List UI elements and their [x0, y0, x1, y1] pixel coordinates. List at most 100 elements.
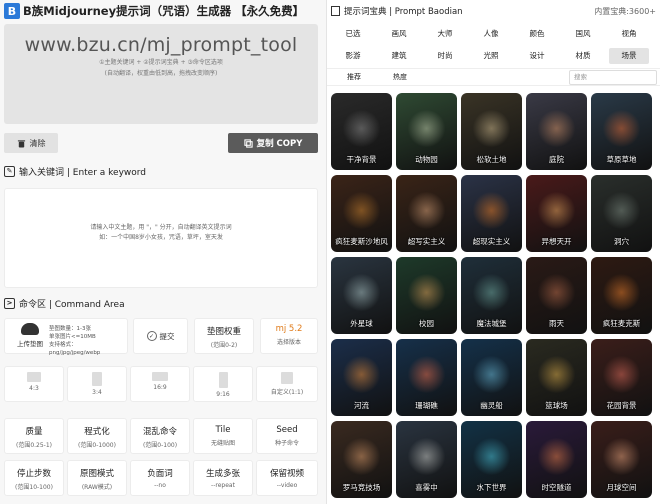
submit-button[interactable]: ✓ 提交 [146, 331, 175, 342]
copy-button[interactable]: 复制 COPY [228, 133, 318, 153]
scene-tile[interactable]: 干净背景 [331, 93, 392, 170]
scene-tile-label: 动物园 [415, 155, 438, 164]
tab-lighting[interactable]: 光照 [471, 48, 511, 64]
tab-selected[interactable]: 已选 [333, 26, 373, 42]
chaos-option[interactable]: 混乱命令 (范围0-100) [130, 418, 190, 454]
ratio-option[interactable]: 9:16 [193, 366, 253, 402]
scene-tile[interactable]: 月球空间 [591, 421, 652, 498]
seed-option[interactable]: Seed 种子命令 [256, 418, 318, 454]
scene-tile[interactable]: 花园背景 [591, 339, 652, 416]
ratio-option[interactable]: 4:3 [4, 366, 64, 402]
tile-image [601, 191, 641, 229]
negative-prompt-option[interactable]: 负面词 --no [130, 460, 190, 496]
scene-tile[interactable]: 超现实主义 [461, 175, 522, 252]
tab-film-game[interactable]: 影游 [333, 48, 373, 64]
tile-image [471, 273, 511, 311]
image-weight-option[interactable]: 垫图权重 (范围0-2) [194, 318, 254, 354]
option-sub: 种子命令 [274, 440, 299, 447]
scene-tile[interactable]: 罗马竞技场 [331, 421, 392, 498]
stop-option[interactable]: 停止步数 (范围10-100) [4, 460, 64, 496]
scene-tile-label: 喜雾中 [415, 483, 438, 492]
tab-material[interactable]: 材质 [563, 48, 603, 64]
prompt-hint-1: ①主题关键词 + ②提示词宝典 + ③命令区选项 [99, 59, 223, 66]
scene-tile-label: 校园 [419, 319, 434, 328]
quality-option[interactable]: 质量 (范围0.25-1) [4, 418, 64, 454]
tab-color[interactable]: 颜色 [517, 26, 557, 42]
scene-tile[interactable]: 水下世界 [461, 421, 522, 498]
scene-tile[interactable]: 篮球场 [526, 339, 587, 416]
tab-view-angle[interactable]: 视角 [609, 26, 649, 42]
version-sub: 选择版本 [276, 339, 301, 346]
image-weight-sub: (范围0-2) [210, 342, 238, 349]
prompt-output[interactable]: www.bzu.cn/mj_prompt_tool ①主题关键词 + ②提示词宝… [4, 24, 318, 124]
tab-master[interactable]: 大师 [425, 26, 465, 42]
scene-tile[interactable]: 超写实主义 [396, 175, 457, 252]
scene-tile[interactable]: 河流 [331, 339, 392, 416]
raw-mode-option[interactable]: 原图模式 (RAW模式) [67, 460, 127, 496]
scene-tile[interactable]: 外星球 [331, 257, 392, 334]
scene-tile[interactable]: 疯狂麦斯沙地风 [331, 175, 392, 252]
tab-design[interactable]: 设计 [517, 48, 557, 64]
repeat-option[interactable]: 生成多张 --repeat [193, 460, 253, 496]
option-sub: --video [276, 482, 298, 489]
tile-image [471, 355, 511, 393]
sort-popularity[interactable]: 热度 [393, 72, 407, 82]
scene-tile[interactable]: 校园 [396, 257, 457, 334]
ratio-option[interactable]: 16:9 [130, 366, 190, 402]
scene-tile[interactable]: 雨天 [526, 257, 587, 334]
option-sub: (范围0.25-1) [15, 442, 53, 449]
scene-tile-label: 罗马竞技场 [342, 483, 381, 492]
terminal-icon: > [4, 297, 15, 309]
option-title: 质量 [25, 427, 43, 437]
scene-tile-label: 月球空间 [606, 483, 637, 492]
option-title: 程式化 [84, 427, 110, 437]
scene-tile[interactable]: 异想天开 [526, 175, 587, 252]
app-header: B B族Midjourney提示词（咒语）生成器 【永久免费】 [0, 0, 326, 22]
upload-image-button[interactable]: 上传垫图 [13, 323, 47, 351]
tab-architecture[interactable]: 建筑 [379, 48, 419, 64]
scene-tile[interactable]: 洞穴 [591, 175, 652, 252]
tab-fashion[interactable]: 时尚 [425, 48, 465, 64]
scene-tile[interactable]: 松软土地 [461, 93, 522, 170]
scene-tile[interactable]: 草原草地 [591, 93, 652, 170]
tile-image [601, 273, 641, 311]
ratio-shape-icon [281, 372, 293, 384]
option-sub: --no [154, 482, 166, 489]
tab-scene[interactable]: 场景 [609, 48, 649, 64]
scene-tile-label: 疯狂麦克斯 [602, 319, 641, 328]
clear-button[interactable]: 清除 [4, 133, 58, 153]
tab-chinese-style[interactable]: 国风 [563, 26, 603, 42]
scene-tile-label: 珊瑚礁 [415, 401, 438, 410]
keyword-section-header: ✎ 输入关键词 | Enter a keyword [4, 163, 146, 179]
video-option[interactable]: 保留视频 --video [256, 460, 318, 496]
version-select[interactable]: mj 5.2 选择版本 [260, 318, 318, 354]
scene-tile[interactable]: 喜雾中 [396, 421, 457, 498]
scene-tile[interactable]: 动物园 [396, 93, 457, 170]
submit-card: ✓ 提交 [133, 318, 188, 354]
tile-image [341, 109, 381, 147]
logo-icon: B [4, 3, 20, 19]
scene-tile-label: 异想天开 [541, 237, 572, 246]
ratio-option[interactable]: 自定义(1:1) [256, 366, 318, 402]
stylize-option[interactable]: 程式化 (范围0-1000) [67, 418, 127, 454]
option-title: 停止步数 [16, 469, 51, 479]
scene-tile[interactable]: 珊瑚礁 [396, 339, 457, 416]
search-input[interactable]: 搜索 [569, 70, 657, 85]
ratio-option[interactable]: 3:4 [67, 366, 127, 402]
scene-tile[interactable]: 魔法城堡 [461, 257, 522, 334]
option-title: Seed [276, 425, 298, 435]
scene-tile[interactable]: 疯狂麦克斯 [591, 257, 652, 334]
tile-image [341, 355, 381, 393]
tile-image [536, 191, 576, 229]
tile-image [341, 191, 381, 229]
scene-tile[interactable]: 时空隧道 [526, 421, 587, 498]
scene-tile[interactable]: 庭院 [526, 93, 587, 170]
tab-portrait[interactable]: 人像 [471, 26, 511, 42]
scene-tile[interactable]: 幽灵船 [461, 339, 522, 416]
sort-recommended[interactable]: 推荐 [347, 72, 361, 82]
tab-art-style[interactable]: 画风 [379, 26, 419, 42]
option-title: Tile [215, 425, 231, 435]
tile-option[interactable]: Tile 无缝贴图 [193, 418, 253, 454]
tile-image [536, 437, 576, 475]
keyword-input[interactable]: 请输入中文主题，用 "，" 分开，自动翻译英文提示词 如：一个中国8岁小女孩，咒… [4, 188, 318, 288]
